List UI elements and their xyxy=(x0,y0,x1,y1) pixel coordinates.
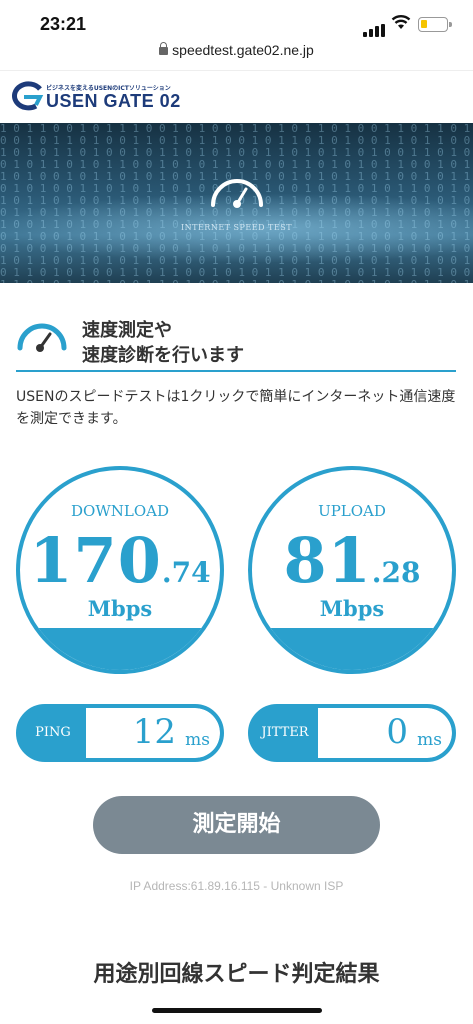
intro-text: USENのスピードテストは1クリックで簡単にインターネット通信速度を測定できます… xyxy=(16,389,456,427)
gauge-fill xyxy=(252,628,452,670)
wifi-icon xyxy=(391,14,411,34)
logo-text[interactable]: USEN GATE 02 xyxy=(46,91,181,112)
cellular-signal-icon xyxy=(363,18,387,37)
download-value-dec: .74 xyxy=(161,556,211,589)
hero-title: INTERNET SPEED TEST xyxy=(180,223,293,232)
upload-unit: Mbps xyxy=(319,596,385,621)
upload-value-int: 81 xyxy=(283,524,372,597)
download-value: 170.74 xyxy=(20,524,220,597)
hero-banner: 1 0 1 1 0 0 1 0 1 1 1 0 0 1 0 1 0 0 1 1 … xyxy=(0,123,473,283)
status-time: 23:21 xyxy=(40,14,87,34)
upload-label: UPLOAD xyxy=(318,502,386,520)
lock-icon xyxy=(159,42,169,55)
headline-line-2: 速度診断を行います xyxy=(82,345,244,366)
download-gauge: DOWNLOAD 170.74 Mbps xyxy=(16,466,224,674)
ping-result: PING 12 ms xyxy=(16,704,224,762)
ping-value-box: 12 ms xyxy=(86,708,220,758)
home-indicator[interactable] xyxy=(152,1008,322,1013)
site-header: ビジネスを変えるUSENのICTソリューション USEN GATE 02 xyxy=(0,70,473,122)
ping-value: 12 xyxy=(132,712,176,752)
usen-logo-icon[interactable] xyxy=(10,81,44,115)
upload-gauge: UPLOAD 81.28 Mbps xyxy=(248,466,456,674)
gauge-fill xyxy=(20,628,220,670)
ping-unit: ms xyxy=(185,730,210,750)
address-bar[interactable]: speedtest.gate02.ne.jp xyxy=(0,42,473,58)
headline-line-1: 速度測定や xyxy=(82,320,172,341)
section-title: 用途別回線スピード判定結果 xyxy=(93,962,380,987)
jitter-label: JITTER xyxy=(261,725,309,740)
start-test-button[interactable]: 測定開始 xyxy=(93,796,380,854)
jitter-unit: ms xyxy=(417,730,442,750)
ping-label: PING xyxy=(35,725,71,740)
jitter-value-box: 0 ms xyxy=(318,708,452,758)
status-bar: 23:21 xyxy=(0,0,473,44)
speedometer-icon xyxy=(211,179,263,208)
ip-info: IP Address:61.89.16.115 - Unknown ISP xyxy=(129,879,344,893)
jitter-value: 0 xyxy=(386,712,408,752)
battery-icon xyxy=(418,17,452,32)
headline: 速度測定や 速度診断を行います xyxy=(16,318,456,372)
upload-value-dec: .28 xyxy=(371,556,421,589)
download-value-int: 170 xyxy=(29,524,162,597)
url-text: speedtest.gate02.ne.jp xyxy=(172,42,314,58)
speedometer-icon xyxy=(17,323,67,352)
jitter-result: JITTER 0 ms xyxy=(248,704,456,762)
download-label: DOWNLOAD xyxy=(71,502,169,520)
upload-value: 81.28 xyxy=(252,524,452,597)
download-unit: Mbps xyxy=(87,596,153,621)
